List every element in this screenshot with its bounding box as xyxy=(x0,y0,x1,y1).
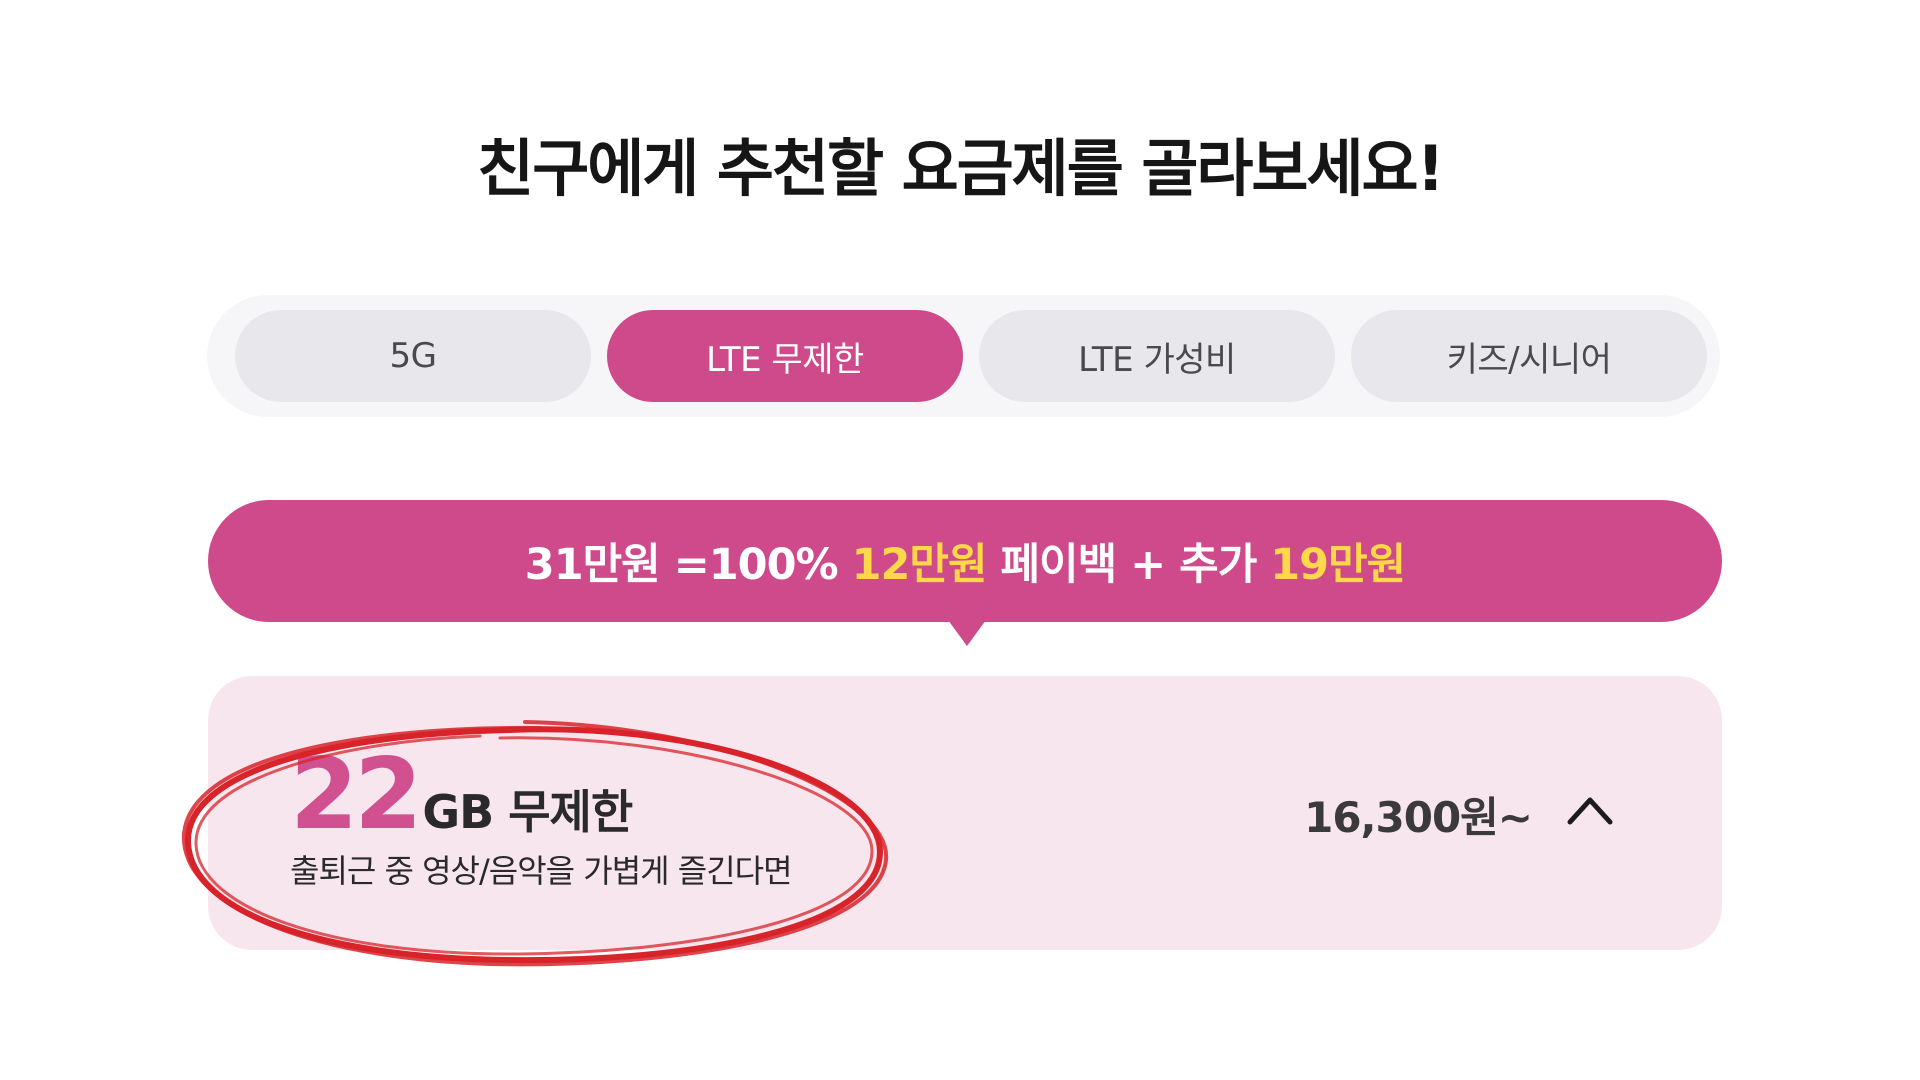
plan-price: 16,300원~ xyxy=(1304,793,1533,842)
banner-highlight-2: 19만원 xyxy=(1270,540,1406,590)
page-title: 친구에게 추천할 요금제를 골라보세요! xyxy=(477,132,1445,205)
banner-pointer xyxy=(948,620,986,646)
plan-data-amount: 22 GB 무제한 xyxy=(290,738,633,852)
payback-banner: 31만원 =100% 12만원 페이백 + 추가 19만원 xyxy=(208,500,1722,622)
plan-gb-unit: GB 무제한 xyxy=(422,785,633,839)
banner-text-2: 페이백 + 추가 xyxy=(986,540,1271,590)
plan-category-tabs: 5G LTE 무제한 LTE 가성비 키즈/시니어 xyxy=(207,295,1720,417)
tab-lte-unlimited[interactable]: LTE 무제한 xyxy=(607,310,963,402)
chevron-up-icon[interactable] xyxy=(1560,784,1620,834)
tab-5g[interactable]: 5G xyxy=(235,310,591,402)
plan-card[interactable]: 22 GB 무제한 출퇴근 중 영상/음악을 가볍게 즐긴다면 16,300원~ xyxy=(208,676,1722,950)
plan-description: 출퇴근 중 영상/음악을 가볍게 즐긴다면 xyxy=(290,852,793,890)
plan-gb-number: 22 xyxy=(290,738,422,852)
tab-kids-senior[interactable]: 키즈/시니어 xyxy=(1351,310,1707,402)
tab-lte-value[interactable]: LTE 가성비 xyxy=(979,310,1335,402)
banner-text-1: 31만원 =100% xyxy=(524,540,852,590)
page: 친구에게 추천할 요금제를 골라보세요! 5G LTE 무제한 LTE 가성비 … xyxy=(0,0,1920,1080)
banner-highlight-1: 12만원 xyxy=(851,540,988,590)
